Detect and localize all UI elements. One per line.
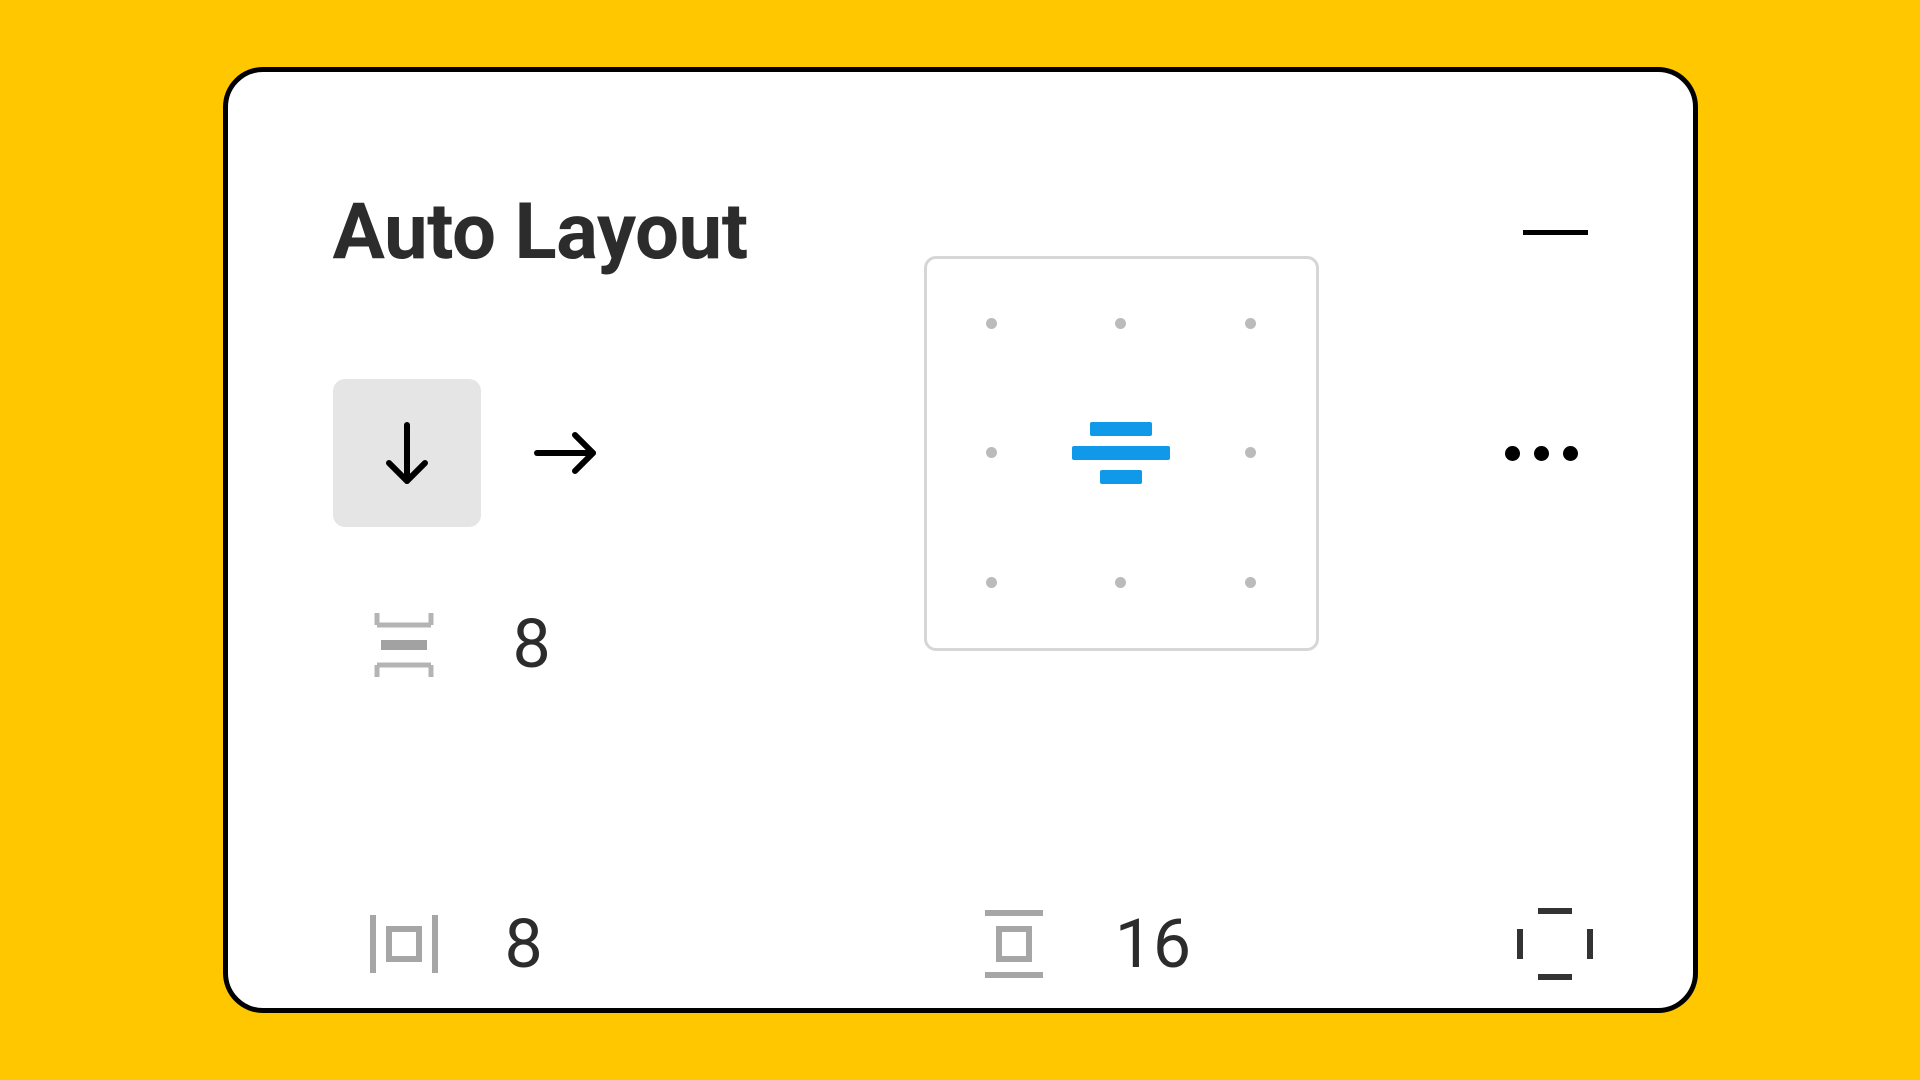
vertical-padding-icon bbox=[973, 903, 1055, 985]
horizontal-padding-icon bbox=[363, 903, 445, 985]
align-top-right[interactable] bbox=[1245, 318, 1256, 329]
horizontal-padding-field[interactable]: 8 bbox=[363, 903, 543, 985]
individual-padding-button[interactable] bbox=[1510, 899, 1600, 989]
more-options-button[interactable] bbox=[1495, 436, 1588, 471]
align-bottom-left[interactable] bbox=[986, 577, 997, 588]
direction-vertical-button[interactable] bbox=[333, 379, 481, 527]
item-spacing-row: 8 bbox=[363, 603, 551, 685]
align-top-left[interactable] bbox=[986, 318, 997, 329]
controls-row-1: 8 bbox=[333, 378, 1588, 773]
align-middle-right[interactable] bbox=[1245, 447, 1256, 458]
align-middle-left[interactable] bbox=[986, 447, 997, 458]
align-middle-center-selected[interactable] bbox=[1072, 422, 1170, 484]
padding-row: 8 16 bbox=[363, 903, 1588, 985]
align-bottom-center[interactable] bbox=[1115, 577, 1126, 588]
arrow-down-icon bbox=[371, 417, 443, 489]
individual-padding-icon bbox=[1510, 899, 1600, 989]
ellipsis-icon bbox=[1505, 446, 1520, 461]
item-spacing-field[interactable]: 8 bbox=[363, 603, 551, 685]
panel-title: Auto Layout bbox=[333, 187, 748, 278]
align-top-center[interactable] bbox=[1115, 318, 1126, 329]
alignment-picker[interactable] bbox=[924, 256, 1319, 651]
item-spacing-icon bbox=[363, 603, 445, 685]
vertical-padding-field[interactable]: 16 bbox=[973, 903, 1191, 985]
direction-toggle bbox=[333, 379, 639, 527]
direction-horizontal-button[interactable] bbox=[491, 379, 639, 527]
align-bottom-right[interactable] bbox=[1245, 577, 1256, 588]
horizontal-padding-value[interactable]: 8 bbox=[505, 904, 543, 984]
minus-icon bbox=[1523, 200, 1588, 265]
arrow-right-icon bbox=[529, 417, 601, 489]
item-spacing-value[interactable]: 8 bbox=[513, 604, 551, 684]
vertical-padding-value[interactable]: 16 bbox=[1115, 904, 1191, 984]
auto-layout-panel: Auto Layout bbox=[223, 67, 1698, 1013]
collapse-button[interactable] bbox=[1523, 200, 1588, 265]
